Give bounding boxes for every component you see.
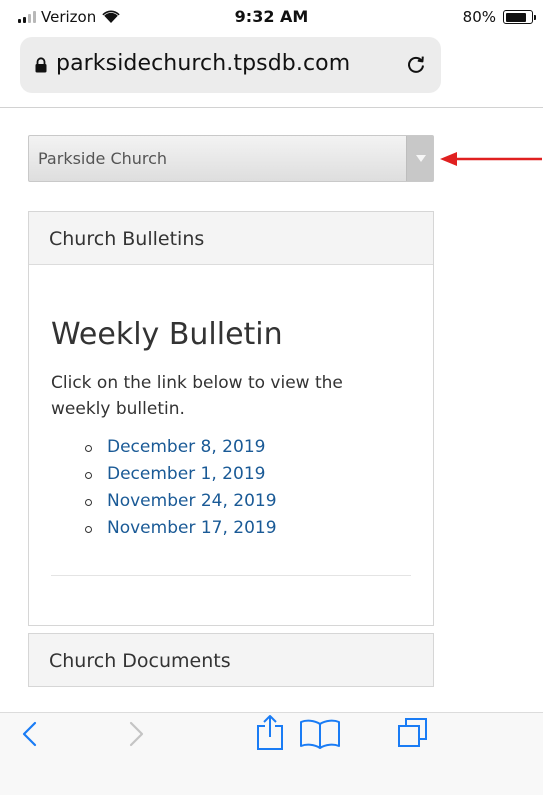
share-icon (257, 715, 283, 750)
lock-icon (35, 57, 47, 73)
url-text[interactable]: parksidechurch.tpsdb.com (56, 51, 350, 76)
book-icon (300, 719, 340, 749)
bulletin-link[interactable]: December 8, 2019 (107, 437, 265, 457)
battery-icon (503, 10, 536, 24)
bookmarks-button[interactable] (298, 719, 342, 759)
tabs-button[interactable] (396, 716, 436, 756)
bulletins-panel-heading[interactable]: Church Bulletins (29, 212, 433, 265)
documents-panel: Church Documents (28, 633, 434, 687)
documents-panel-heading[interactable]: Church Documents (29, 634, 433, 686)
chevron-down-icon[interactable] (406, 136, 433, 181)
status-time: 9:32 AM (234, 7, 309, 26)
status-right: 80% (462, 8, 536, 26)
tabs-icon (398, 718, 427, 747)
weekly-bulletin-title: Weekly Bulletin (51, 317, 283, 352)
bulletin-intro-text: Click on the link below to view the week… (51, 373, 343, 419)
status-bar: Verizon 9:32 AM 80% (0, 0, 543, 34)
bulletin-link[interactable]: December 1, 2019 (107, 464, 265, 484)
back-chevron-icon (22, 721, 37, 747)
bulletin-link[interactable]: November 24, 2019 (107, 491, 277, 511)
red-arrow-annotation-icon (440, 152, 542, 166)
bulletins-panel: Church Bulletins Weekly Bulletin Click o… (28, 211, 434, 626)
church-select-value: Parkside Church (38, 149, 168, 168)
address-bar-divider (0, 107, 543, 108)
forward-chevron-icon (129, 721, 144, 747)
browser-toolbar (0, 712, 543, 795)
church-select-dropdown[interactable]: Parkside Church (28, 135, 434, 182)
share-button[interactable] (254, 713, 294, 753)
forward-button[interactable] (126, 719, 166, 759)
back-button[interactable] (20, 719, 60, 759)
panel-divider (51, 575, 411, 576)
battery-percent: 80% (462, 8, 496, 26)
reload-icon[interactable] (405, 53, 427, 75)
bulletin-link[interactable]: November 17, 2019 (107, 518, 277, 538)
address-bar[interactable]: parksidechurch.tpsdb.com (20, 37, 441, 93)
